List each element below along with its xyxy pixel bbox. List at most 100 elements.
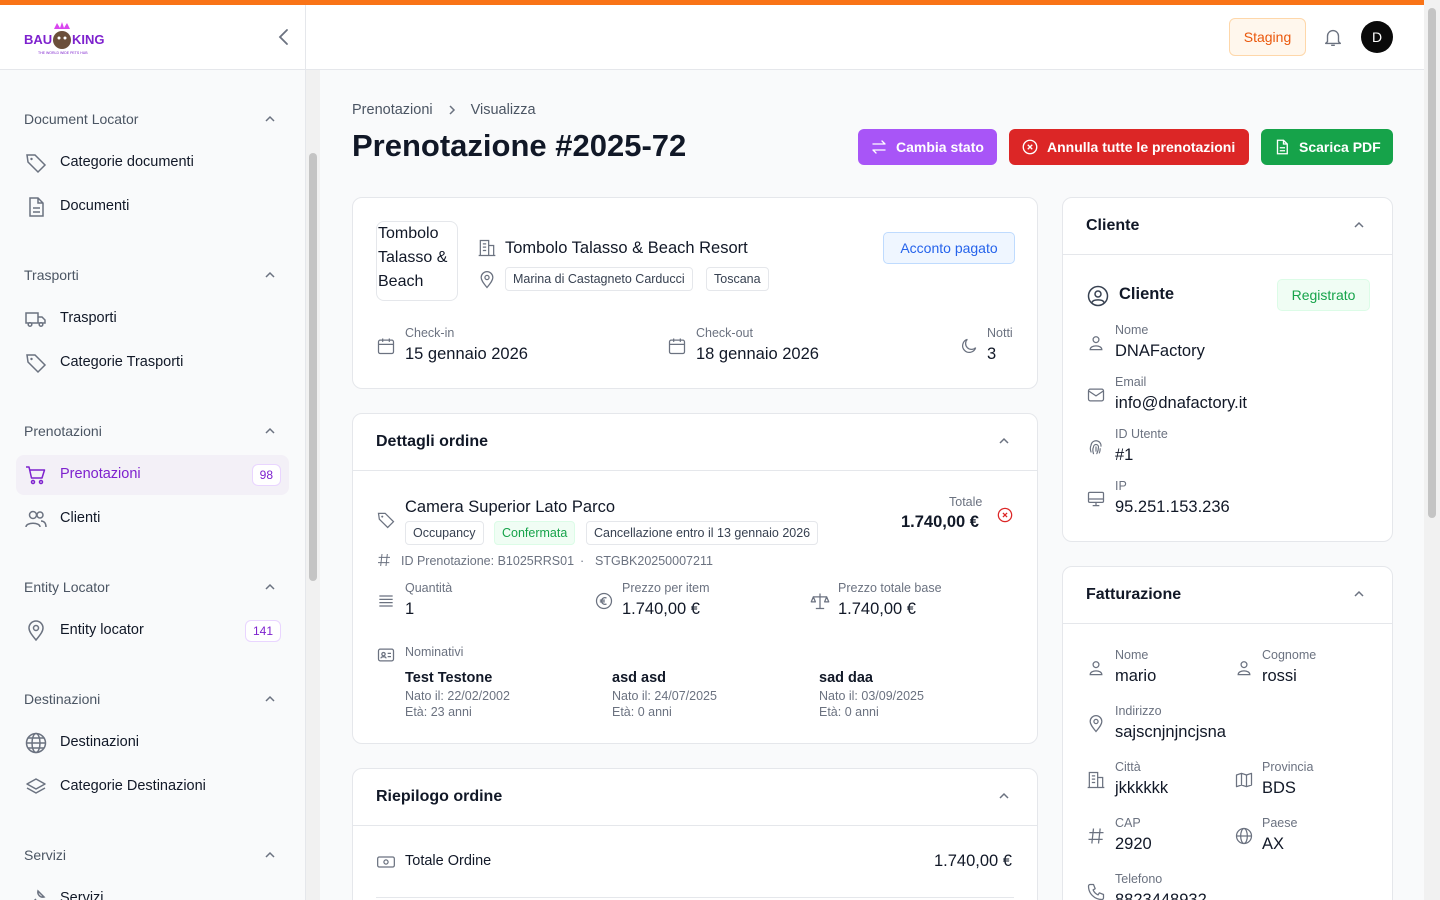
- tag-icon: [26, 354, 47, 374]
- sidebar-item-label: Destinazioni: [60, 734, 139, 750]
- monitor-icon: [1087, 491, 1105, 507]
- order-summary-card: Riepilogo ordine Totale Ordine 1.740,00 …: [352, 768, 1038, 900]
- sidebar: BAU KING THE WORLD WIDE PETS HUB: [0, 5, 306, 900]
- hash-icon: [378, 553, 390, 567]
- group-title: Trasporti: [24, 267, 79, 283]
- chevron-up-icon[interactable]: [264, 693, 276, 705]
- button-label: Cambia stato: [896, 139, 984, 155]
- occupancy-tag: Occupancy: [405, 521, 484, 545]
- sidebar-item-label: Trasporti: [60, 310, 117, 326]
- sidebar-item-prenotazioni[interactable]: Prenotazioni 98: [16, 455, 289, 495]
- chevron-up-icon[interactable]: [998, 435, 1010, 447]
- globe-icon: [1235, 827, 1253, 845]
- hotel-image-alt: Tombolo Talasso & Beach: [378, 225, 448, 290]
- banknote-icon: [377, 856, 395, 868]
- price-label: Prezzo per item: [622, 581, 710, 595]
- page-scroll-track[interactable]: [1424, 0, 1440, 900]
- ip-label: IP: [1115, 479, 1127, 493]
- sidebar-item-label: Documenti: [60, 198, 130, 214]
- city-label: Città: [1115, 760, 1141, 774]
- chevron-up-icon[interactable]: [264, 581, 276, 593]
- sidebar-item-label: Entity locator: [60, 622, 144, 638]
- button-label: Annulla tutte le prenotazioni: [1047, 139, 1236, 155]
- collapse-sidebar-icon[interactable]: [276, 27, 292, 47]
- chevron-up-icon[interactable]: [264, 269, 276, 281]
- page-title: Prenotazione #2025-72: [352, 128, 687, 163]
- guest-age: Età: 0 anni: [819, 705, 879, 719]
- svg-text:KING: KING: [72, 32, 104, 47]
- hash-icon: [1088, 828, 1104, 844]
- email-value[interactable]: info@dnafactory.it: [1115, 394, 1247, 413]
- x-circle-icon[interactable]: [995, 505, 1015, 525]
- bell-icon[interactable]: [1322, 26, 1344, 48]
- user-id-label: ID Utente: [1115, 427, 1168, 441]
- sidebar-item-documenti[interactable]: Documenti: [16, 187, 289, 227]
- sidebar-item-categorie-trasporti[interactable]: Categorie Trasporti: [16, 343, 289, 383]
- divider: [1063, 254, 1392, 255]
- cancel-all-button[interactable]: Annulla tutte le prenotazioni: [1009, 129, 1249, 165]
- booking-code: STGBK20250007211: [595, 554, 713, 568]
- first-name-value: mario: [1115, 667, 1157, 685]
- sidebar-item-categorie-documenti[interactable]: Categorie documenti: [16, 143, 289, 183]
- chevron-up-icon[interactable]: [264, 425, 276, 437]
- file-icon: [1276, 139, 1288, 155]
- hotel-image: Tombolo Talasso & Beach: [376, 221, 458, 301]
- sidebar-item-entity-locator[interactable]: Entity locator 141: [16, 611, 289, 651]
- guest-age: Età: 23 anni: [405, 705, 472, 719]
- breadcrumb-root[interactable]: Prenotazioni: [352, 102, 433, 118]
- user-icon: [1089, 336, 1103, 351]
- chevron-up-icon[interactable]: [1353, 219, 1365, 231]
- customer-subtitle: Cliente: [1119, 285, 1175, 303]
- moon-icon: [962, 338, 977, 353]
- avatar[interactable]: D: [1361, 21, 1393, 53]
- page-scrollbar[interactable]: [1428, 8, 1436, 518]
- stack-icon: [379, 595, 393, 607]
- card-title: Cliente: [1086, 217, 1140, 234]
- sidebar-item-label: Clienti: [60, 510, 101, 526]
- wrench-icon: [33, 889, 46, 900]
- name-label: Nome: [1115, 323, 1149, 337]
- users-icon: [25, 510, 47, 528]
- change-state-button[interactable]: Cambia stato: [858, 129, 997, 165]
- sidebar-item-label: Categorie Destinazioni: [60, 778, 206, 794]
- sidebar-item-trasporti[interactable]: Trasporti: [16, 299, 289, 339]
- registered-badge: Registrato: [1277, 279, 1370, 311]
- guests-label: Nominativi: [405, 645, 464, 659]
- address-value: sajscnjnjncjsna: [1115, 723, 1226, 741]
- phone-icon: [1087, 883, 1105, 900]
- user-circle-icon: [1087, 285, 1109, 307]
- svg-text:THE WORLD WIDE PETS HUB: THE WORLD WIDE PETS HUB: [38, 51, 88, 55]
- cart-icon: [26, 466, 46, 485]
- calendar-icon: [377, 338, 395, 355]
- sidebar-item-destinazioni[interactable]: Destinazioni: [16, 723, 289, 763]
- separator: ·: [580, 554, 585, 568]
- chevron-up-icon[interactable]: [264, 113, 276, 125]
- quantity-value: 1: [405, 600, 415, 618]
- chevron-up-icon[interactable]: [998, 790, 1010, 802]
- environment-badge[interactable]: Staging: [1229, 18, 1306, 56]
- x-circle-icon: [1022, 139, 1038, 155]
- chevron-up-icon[interactable]: [264, 849, 276, 861]
- group-title: Prenotazioni: [24, 423, 102, 439]
- sidebar-scrollbar[interactable]: [309, 153, 317, 581]
- document-icon: [29, 197, 44, 217]
- brand-logo[interactable]: BAU KING THE WORLD WIDE PETS HUB: [24, 17, 105, 57]
- fingerprint-icon: [1089, 440, 1102, 455]
- download-pdf-button[interactable]: Scarica PDF: [1261, 129, 1393, 165]
- name-value: DNAFactory: [1115, 342, 1205, 360]
- city-value: jkkkkkk: [1115, 779, 1169, 797]
- guest-name: Test Testone: [405, 670, 493, 686]
- customer-card: Cliente Cliente Registrato Nome DNAFacto…: [1062, 197, 1393, 542]
- map-pin-icon: [28, 620, 44, 642]
- tag-icon: [377, 512, 395, 529]
- sidebar-item-servizi[interactable]: Servizi: [16, 879, 289, 900]
- hotel-card: Tombolo Talasso & Beach Tombolo Talasso …: [352, 197, 1038, 389]
- sidebar-item-clienti[interactable]: Clienti: [16, 499, 289, 539]
- sidebar-item-label: Categorie documenti: [60, 154, 194, 170]
- sidebar-item-categorie-destinazioni[interactable]: Categorie Destinazioni: [16, 767, 289, 807]
- count-badge: 98: [251, 464, 281, 486]
- group-title: Destinazioni: [24, 691, 101, 707]
- sidebar-item-label: Prenotazioni: [60, 466, 141, 482]
- chevron-up-icon[interactable]: [1353, 588, 1365, 600]
- guest-birth: Nato il: 22/02/2002: [405, 689, 510, 703]
